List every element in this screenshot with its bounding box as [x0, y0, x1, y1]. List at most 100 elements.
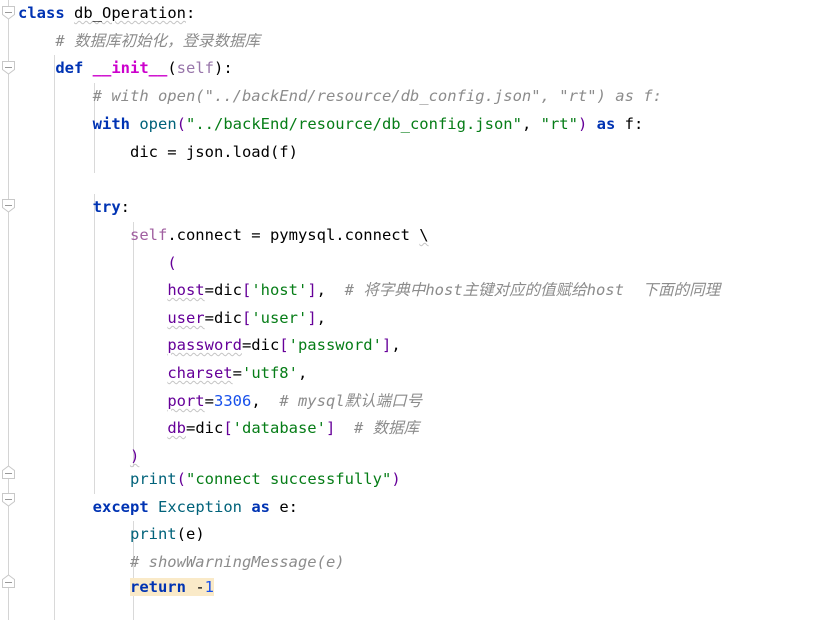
code-line[interactable]: user=dic['user'],	[18, 305, 326, 332]
code-token: [	[241, 309, 252, 327]
code-token: 'utf8'	[241, 364, 298, 382]
code-line[interactable]: charset='utf8',	[18, 360, 307, 387]
code-token: (	[167, 254, 177, 272]
code-line[interactable]: print("connect successfully")	[18, 466, 401, 493]
code-line[interactable]: try:	[18, 194, 130, 221]
code-token: "connect successfully"	[186, 470, 392, 488]
code-token: [	[241, 281, 252, 299]
code-token: 1	[204, 578, 215, 596]
code-token: port	[167, 392, 205, 410]
code-token: self	[129, 226, 168, 244]
code-editor[interactable]: class db_Operation: # 数据库初始化，登录数据库 def _…	[0, 0, 821, 620]
code-token: # mysql默认端口号	[279, 392, 423, 410]
code-token: ,	[391, 336, 401, 354]
code-token: \	[419, 226, 429, 244]
code-token: as	[596, 115, 616, 133]
code-token: class	[18, 4, 65, 22]
code-token: 'database'	[232, 419, 326, 437]
code-token: with	[92, 115, 130, 133]
code-token: # 数据库	[354, 419, 420, 437]
code-token: )	[391, 470, 401, 488]
code-line[interactable]: password=dic['password'],	[18, 332, 401, 359]
code-line[interactable]: with open("../backEnd/resource/db_config…	[18, 111, 644, 138]
code-token: # showWarningMessage(e)	[129, 553, 345, 571]
code-token: 'password'	[288, 336, 382, 354]
code-line[interactable]: class db_Operation:	[18, 0, 195, 27]
code-line[interactable]: # showWarningMessage(e)	[18, 549, 345, 576]
code-token: "../backEnd/resource/db_config.json"	[186, 115, 522, 133]
code-token: user	[167, 309, 205, 327]
code-token: def	[55, 59, 84, 77]
code-line[interactable]: def __init__(self):	[18, 55, 233, 82]
code-line[interactable]: # 数据库初始化，登录数据库	[18, 28, 260, 55]
code-line[interactable]: port=3306, # mysql默认端口号	[18, 388, 422, 415]
code-token	[185, 578, 196, 596]
code-line[interactable]: # with open("../backEnd/resource/db_conf…	[18, 83, 662, 110]
code-line[interactable]: host=dic['host'], # 将字典中host主键对应的值赋给host…	[18, 277, 720, 304]
code-token: ,	[316, 309, 326, 327]
code-token: ]	[325, 419, 336, 437]
code-token: self	[176, 59, 214, 77]
code-token: password	[167, 336, 242, 354]
code-token: # with open("../backEnd/resource/db_conf…	[92, 87, 662, 105]
code-token: (e)	[176, 525, 205, 543]
code-token: :	[186, 4, 196, 22]
code-token: dic = json.load(f)	[18, 143, 298, 161]
code-line[interactable]: print(e)	[18, 521, 205, 548]
code-line[interactable]: except Exception as e:	[18, 494, 298, 521]
code-line[interactable]: (	[18, 250, 177, 277]
code-token: return	[129, 578, 186, 596]
code-token: # 数据库初始化，登录数据库	[55, 32, 260, 50]
code-token: host	[167, 281, 205, 299]
code-line[interactable]: dic = json.load(f)	[18, 139, 298, 166]
code-token: "rt"	[540, 115, 578, 133]
code-token: 'host'	[251, 281, 308, 299]
code-token: [	[279, 336, 289, 354]
code-line[interactable]: self.connect = pymysql.connect \	[18, 222, 429, 249]
code-token: ,	[521, 115, 541, 133]
code-content[interactable]: class db_Operation: # 数据库初始化，登录数据库 def _…	[0, 0, 821, 620]
code-token: # 将字典中host主键对应的值赋给host 下面的同理	[344, 281, 721, 299]
code-token: [	[223, 419, 233, 437]
code-token: ]	[307, 309, 317, 327]
code-token: (	[176, 470, 186, 488]
code-token: =dic	[204, 309, 242, 327]
code-token: Exception	[158, 498, 242, 516]
code-token: ]	[381, 336, 392, 354]
code-line[interactable]: db=dic['database'] # 数据库	[18, 415, 419, 442]
code-token: try	[92, 198, 121, 216]
code-token: ,	[251, 392, 280, 410]
code-token: __init__	[92, 59, 168, 77]
code-token: ):	[214, 59, 233, 77]
code-token: -	[195, 578, 205, 596]
code-token: =dic	[241, 336, 280, 354]
code-token: f:	[615, 115, 644, 133]
code-token: =	[232, 364, 242, 382]
code-token: except	[92, 498, 149, 516]
code-line[interactable]: return -1	[18, 574, 215, 601]
code-token: )	[577, 115, 588, 133]
